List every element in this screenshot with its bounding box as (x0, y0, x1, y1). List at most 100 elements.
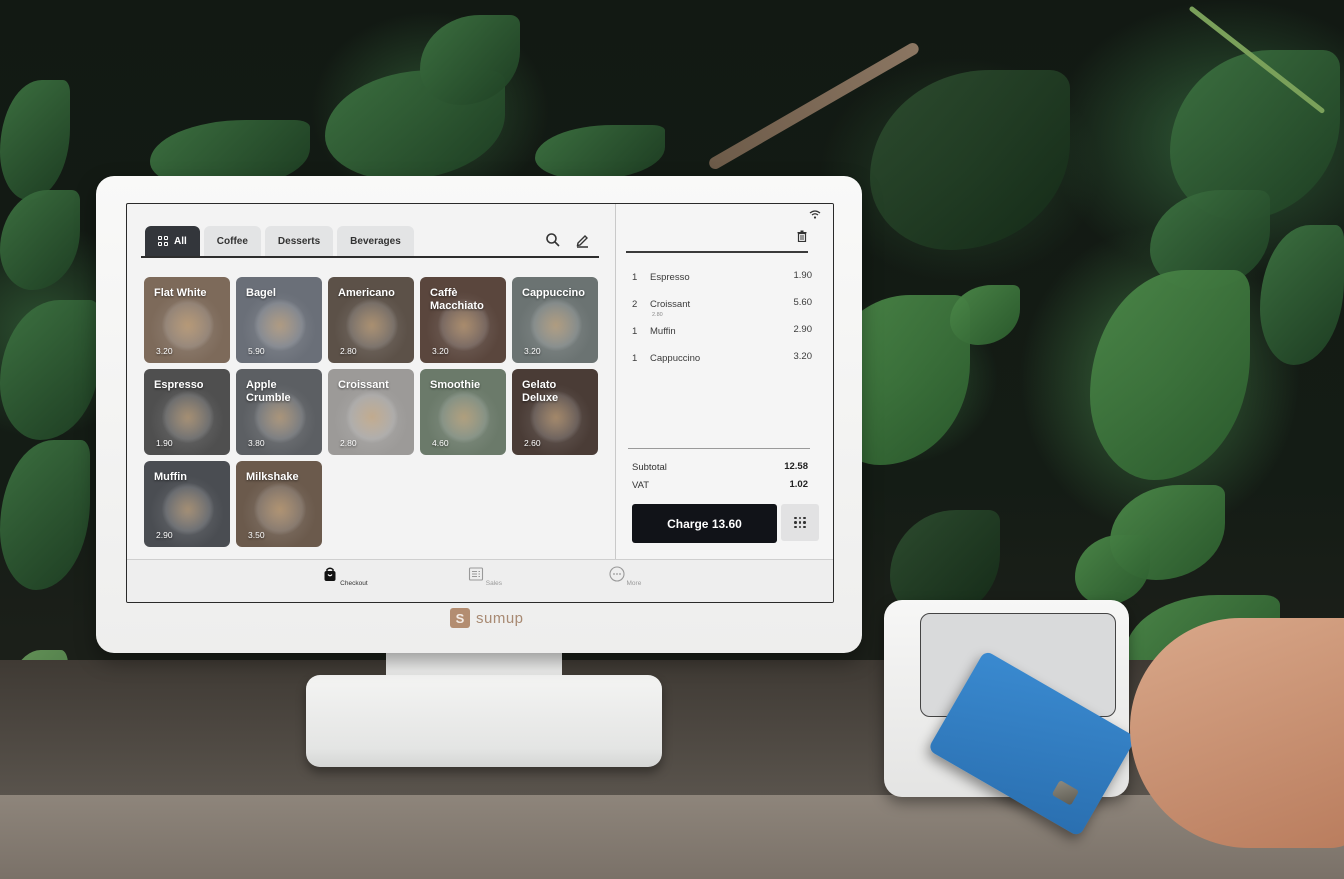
wifi-icon (809, 210, 821, 219)
product-price: 3.50 (248, 530, 265, 540)
pos-screen: All Coffee Desserts Beverages Flat White… (126, 203, 834, 603)
category-tabs: All Coffee Desserts Beverages (145, 226, 414, 256)
bottom-nav: Checkout Sales More (127, 559, 833, 602)
trash-icon[interactable] (797, 230, 807, 242)
product-image (162, 391, 214, 443)
product-price: 2.80 (340, 438, 357, 448)
product-image (346, 391, 398, 443)
nav-label: More (626, 580, 642, 587)
vat-row: VAT 1.02 (632, 479, 809, 491)
product-name: Smoothie (430, 379, 481, 391)
order-list: 1 Espresso 1.90 2 Croissant 5.60 2.80 1 Muffin 2.… (632, 270, 813, 380)
product-price: 3.20 (524, 346, 541, 356)
tab-label: All (174, 235, 187, 247)
ivy-leaf (535, 125, 665, 180)
product-pane: All Coffee Desserts Beverages Flat White… (127, 204, 615, 559)
order-line[interactable]: 2 Croissant 5.60 2.80 (632, 297, 813, 326)
nav-more[interactable]: More (595, 566, 655, 587)
ivy-leaf (0, 80, 70, 200)
vat-label: VAT (632, 480, 650, 491)
product-tile[interactable]: Bagel 5.90 (236, 277, 322, 363)
product-tile[interactable]: Smoothie 4.60 (420, 369, 506, 455)
product-tile[interactable]: Apple Crumble 3.80 (236, 369, 322, 455)
product-image (346, 299, 398, 351)
charge-button[interactable]: Charge 13.60 (632, 504, 777, 543)
product-name: Americano (338, 287, 395, 299)
brand-name: sumup (476, 609, 524, 627)
order-amount: 2.90 (793, 324, 813, 335)
order-line[interactable]: 1 Espresso 1.90 (632, 270, 813, 299)
product-price: 3.80 (248, 438, 265, 448)
order-qty: 2 (632, 299, 638, 310)
sumup-logo-icon: S (450, 608, 470, 628)
order-line[interactable]: 1 Cappuccino 3.20 (632, 351, 813, 380)
more-icon (609, 566, 625, 582)
subtotal-row: Subtotal 12.58 (632, 461, 808, 473)
ivy-leaf (1090, 270, 1250, 480)
product-tile[interactable]: Muffin 2.90 (144, 461, 230, 547)
product-price: 1.90 (156, 438, 173, 448)
order-item-name: Muffin (650, 326, 676, 337)
keypad-icon (794, 516, 806, 529)
vat-value: 1.02 (789, 479, 809, 490)
product-image (162, 483, 214, 535)
order-qty: 1 (632, 272, 638, 283)
product-tile[interactable]: Croissant 2.80 (328, 369, 414, 455)
list-icon (468, 567, 484, 581)
ivy-leaf (950, 285, 1020, 345)
product-price: 2.80 (340, 346, 357, 356)
search-icon[interactable] (545, 232, 561, 248)
nav-sales[interactable]: Sales (455, 566, 515, 587)
product-name: Apple Crumble (246, 379, 291, 404)
product-tile[interactable]: Milkshake 3.50 (236, 461, 322, 547)
tab-desserts[interactable]: Desserts (264, 226, 334, 256)
order-item-name: Cappuccino (650, 353, 701, 364)
terminal-stand-base (306, 675, 662, 767)
card-chip (1051, 779, 1080, 806)
order-amount: 1.90 (793, 270, 813, 281)
product-tile[interactable]: Caffè Macchiato 3.20 (420, 277, 506, 363)
product-name: Gelato Deluxe (522, 379, 559, 404)
ivy-leaf (420, 15, 520, 105)
product-image (254, 483, 306, 535)
grid-icon (158, 236, 168, 246)
product-price: 2.90 (156, 530, 173, 540)
nav-label: Checkout (340, 580, 368, 587)
product-name: Milkshake (246, 471, 299, 483)
ivy-leaf (870, 70, 1070, 250)
bag-icon (324, 567, 336, 581)
order-amount: 5.60 (793, 297, 813, 308)
product-price: 3.20 (156, 346, 173, 356)
order-item-name: Espresso (650, 272, 690, 283)
nav-label: Sales (485, 580, 503, 587)
product-tile[interactable]: Espresso 1.90 (144, 369, 230, 455)
product-grid: Flat White 3.20 Bagel 5.90 Americano 2.80 Caff… (144, 277, 604, 547)
product-price: 2.60 (524, 438, 541, 448)
product-tile[interactable]: Americano 2.80 (328, 277, 414, 363)
nav-checkout[interactable]: Checkout (315, 566, 375, 587)
product-price: 3.20 (432, 346, 449, 356)
product-tile[interactable]: Gelato Deluxe 2.60 (512, 369, 598, 455)
product-price: 5.90 (248, 346, 265, 356)
product-image (530, 299, 582, 351)
subtotal-label: Subtotal (632, 462, 667, 473)
keypad-button[interactable] (781, 504, 819, 541)
tab-all[interactable]: All (145, 226, 200, 256)
product-tile[interactable]: Cappuccino 3.20 (512, 277, 598, 363)
order-line[interactable]: 1 Muffin 2.90 (632, 324, 813, 353)
tab-beverages[interactable]: Beverages (337, 226, 414, 256)
subtotal-value: 12.58 (784, 461, 808, 472)
order-amount: 3.20 (793, 351, 813, 362)
product-name: Caffè Macchiato (430, 287, 484, 312)
product-tile[interactable]: Flat White 3.20 (144, 277, 230, 363)
product-name: Espresso (154, 379, 204, 391)
order-unit-price: 2.80 (652, 312, 663, 318)
tab-coffee[interactable]: Coffee (203, 226, 261, 256)
ivy-leaf (1075, 535, 1150, 605)
tab-label: Desserts (277, 235, 321, 247)
product-name: Muffin (154, 471, 187, 483)
totals-divider (628, 448, 810, 449)
pencil-icon[interactable] (574, 232, 590, 248)
tab-label: Coffee (216, 235, 248, 247)
order-qty: 1 (632, 353, 638, 364)
